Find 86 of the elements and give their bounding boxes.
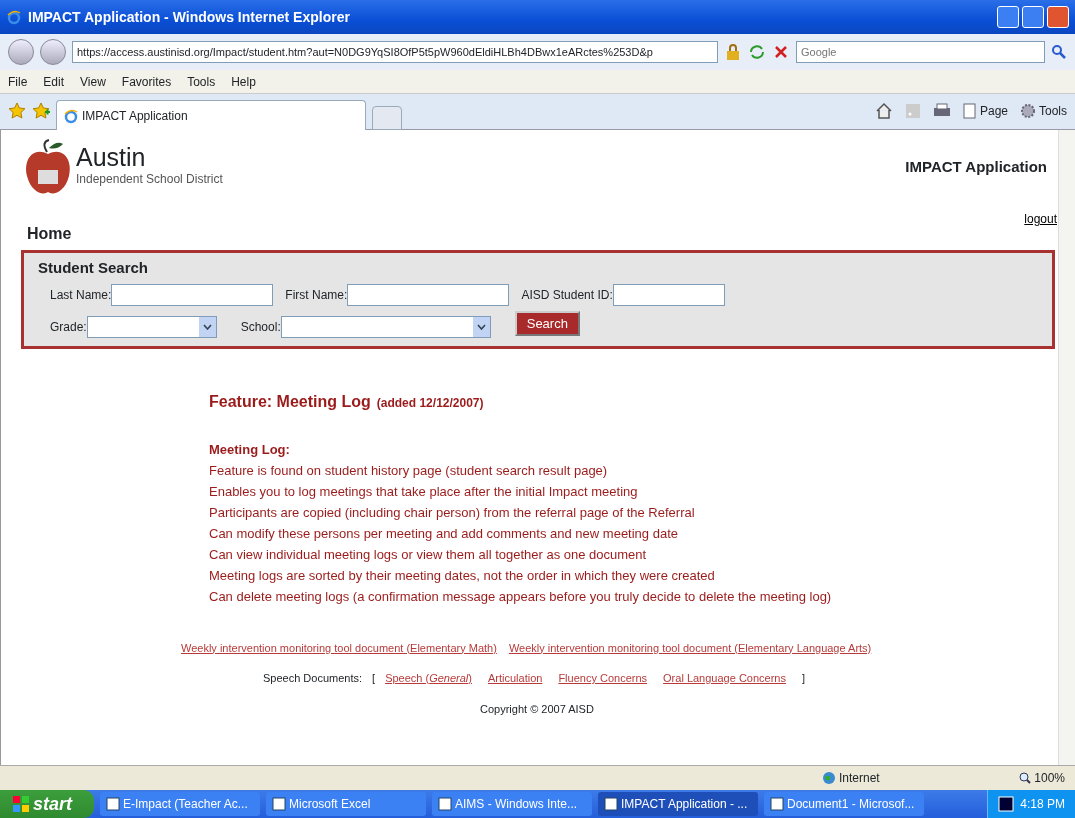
- search-icon[interactable]: [1051, 44, 1067, 60]
- speech-link[interactable]: Oral Language Concerns: [663, 670, 786, 687]
- home-icon[interactable]: [874, 102, 893, 120]
- menu-item[interactable]: File: [8, 72, 28, 91]
- taskbar-button[interactable]: E-Impact (Teacher Ac...: [100, 792, 260, 816]
- window-icon: [106, 797, 120, 811]
- feature-item: Can view individual meeting logs or view them all together as one document: [209, 545, 648, 564]
- add-favorite-icon[interactable]: [32, 102, 50, 120]
- text-field[interactable]: [612, 283, 725, 306]
- menu-item[interactable]: View: [80, 72, 106, 91]
- windows-logo-icon: [12, 795, 30, 813]
- ie-logo-icon: [6, 9, 22, 25]
- minimize-button[interactable]: [997, 6, 1019, 28]
- logo-name: Austin: [76, 144, 147, 170]
- feature-subtitle: Meeting Log:: [209, 440, 291, 459]
- menu-item[interactable]: Help: [231, 72, 256, 91]
- feature-item: Enables you to log meetings that take place after the initial Impact meeting: [209, 482, 639, 501]
- browser-tab[interactable]: IMPACT Application: [56, 100, 366, 130]
- padlock-icon[interactable]: [724, 43, 742, 61]
- back-button[interactable]: [8, 39, 34, 65]
- ie-logo-icon: [63, 107, 79, 124]
- feature-item: Participants are copied (including chair person) from the referral page of the Referral: [209, 503, 696, 522]
- field-label: Grade:: [50, 318, 87, 336]
- page-menu-button[interactable]: Page: [962, 102, 1008, 120]
- new-tab-button[interactable]: [372, 106, 402, 130]
- text-field[interactable]: [347, 283, 510, 306]
- select-field[interactable]: [86, 315, 217, 338]
- bracket-text: [: [372, 671, 376, 686]
- feature-item: Feature is found on student history page (student search result page): [209, 461, 609, 480]
- document-link[interactable]: Weekly intervention monitoring tool document (Elementary Language Arts): [508, 639, 872, 656]
- taskbar-button[interactable]: Document1 - Microsof...: [764, 792, 924, 816]
- favorites-star-icon[interactable]: [8, 102, 26, 120]
- speech-link[interactable]: Articulation: [487, 670, 543, 687]
- address-field[interactable]: https://access.austinisd.org/Impact/student.htm?aut=N0DG9YqSI8OfP5t5pW960dEldiHLBh4DBwx1eARctes%253D&p: [72, 41, 718, 63]
- feature-item: Can delete meeting logs (a confirmation message appears before you truly decide to delete the meeting log): [209, 587, 833, 606]
- feature-item: Can modify these persons per meeting and add comments and new meeting date: [209, 524, 679, 543]
- menu-item[interactable]: Tools: [187, 72, 216, 91]
- page-icon: [962, 103, 977, 119]
- menu-item[interactable]: Favorites: [121, 72, 172, 91]
- field-label: Last Name:: [50, 286, 112, 304]
- speech-link[interactable]: Speech (General): [385, 670, 472, 687]
- taskbar-button[interactable]: Microsoft Excel: [266, 792, 426, 816]
- scrollbar[interactable]: [1058, 130, 1075, 765]
- text-field[interactable]: [111, 283, 274, 306]
- feature-date: (added 12/12/2007): [376, 394, 484, 412]
- gear-icon: [1020, 103, 1036, 119]
- zoom-control[interactable]: 100%: [1019, 769, 1065, 787]
- refresh-icon[interactable]: [748, 43, 766, 61]
- taskbar-button[interactable]: IMPACT Application - ...: [598, 792, 758, 816]
- logout-link[interactable]: logout: [1024, 210, 1057, 228]
- tray-icon[interactable]: [998, 796, 1015, 812]
- start-button[interactable]: start: [0, 790, 94, 818]
- field-label: School:: [240, 318, 281, 336]
- copyright-text: Copyright © 2007 AISD: [480, 701, 594, 717]
- field-label: First Name:: [285, 286, 348, 304]
- window-title: IMPACT Application - Windows Internet Explorer: [28, 7, 350, 27]
- apple-logo-icon: [23, 138, 73, 196]
- security-zone: Internet: [822, 769, 880, 787]
- page-heading: Home: [27, 224, 72, 244]
- window-icon: [604, 797, 618, 811]
- bracket-text: ]: [801, 671, 806, 686]
- taskbar-button[interactable]: AIMS - Windows Inte...: [432, 792, 592, 816]
- window-icon: [770, 797, 784, 811]
- forward-button[interactable]: [40, 39, 66, 65]
- maximize-button[interactable]: [1022, 6, 1044, 28]
- window-icon: [272, 797, 286, 811]
- feature-title: Feature: Meeting Log: [209, 391, 371, 412]
- close-button[interactable]: [1047, 6, 1069, 28]
- app-title: IMPACT Application: [905, 157, 1047, 177]
- search-button[interactable]: Search: [514, 310, 580, 337]
- speech-link[interactable]: Fluency Concerns: [558, 670, 648, 687]
- speech-label: Speech Documents:: [263, 671, 363, 686]
- feature-item: Meeting logs are sorted by their meeting dates, not the order in which they were created: [209, 566, 716, 585]
- tools-menu-button[interactable]: Tools: [1020, 102, 1067, 120]
- panel-title: Student Search: [38, 258, 150, 278]
- select-field[interactable]: [280, 315, 491, 338]
- field-label: AISD Student ID:: [521, 286, 613, 304]
- logo-subtitle: Independent School District: [76, 171, 223, 188]
- clock: 4:18 PM: [1020, 796, 1065, 813]
- menu-item[interactable]: Edit: [43, 72, 65, 91]
- zoom-icon: [1019, 772, 1032, 784]
- globe-icon: [822, 771, 836, 785]
- document-link[interactable]: Weekly intervention monitoring tool document (Elementary Math): [181, 639, 497, 656]
- search-field[interactable]: Google: [796, 41, 1045, 63]
- printer-icon[interactable]: [932, 103, 951, 119]
- window-icon: [438, 797, 452, 811]
